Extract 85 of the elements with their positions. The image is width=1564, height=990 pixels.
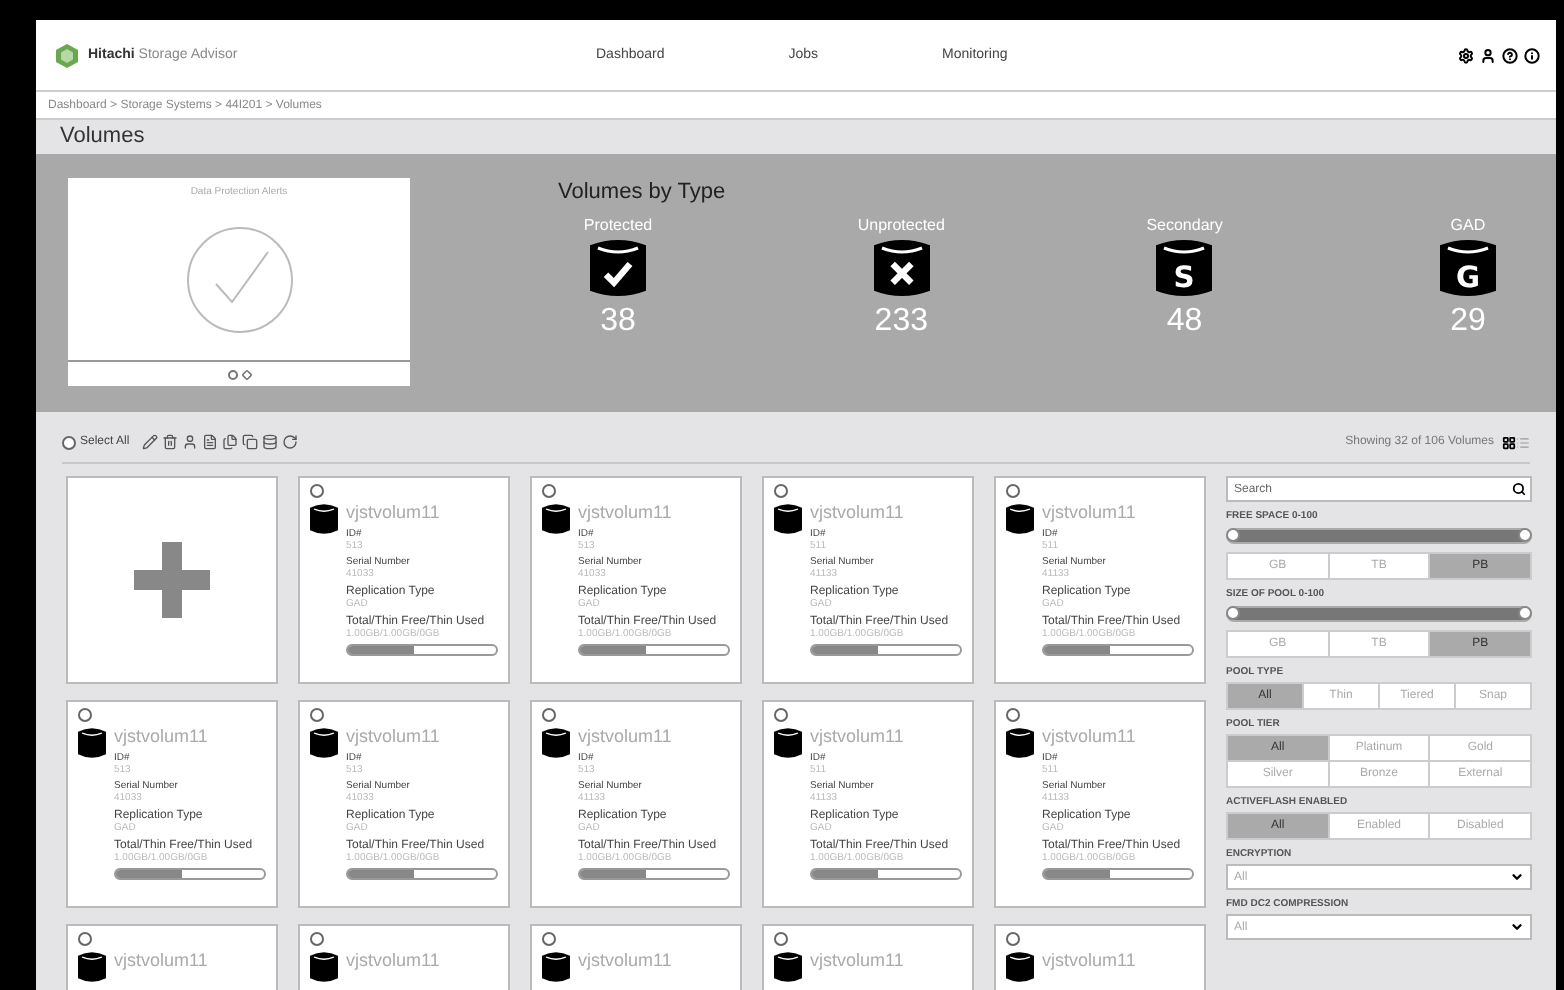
settings-icon[interactable] bbox=[1458, 47, 1474, 63]
select-radio[interactable] bbox=[774, 708, 788, 722]
type-count: 38 bbox=[600, 304, 636, 340]
type-label: GAD bbox=[1450, 216, 1486, 234]
type-label: Protected bbox=[583, 216, 653, 234]
select-radio[interactable] bbox=[542, 708, 556, 722]
check-circle-icon bbox=[183, 223, 295, 335]
grid-view-icon[interactable] bbox=[1502, 435, 1516, 449]
volume-icon bbox=[542, 950, 570, 984]
copy-icon[interactable] bbox=[241, 434, 258, 450]
volume-icon bbox=[310, 502, 338, 536]
user-icon[interactable] bbox=[1480, 47, 1496, 63]
volume-type-icon: G bbox=[1439, 234, 1496, 302]
select-radio[interactable] bbox=[78, 708, 92, 722]
type-count: 233 bbox=[874, 304, 928, 340]
volume-icon bbox=[1006, 726, 1034, 760]
document-icon[interactable] bbox=[201, 434, 218, 450]
volume-type-icon: S bbox=[1156, 234, 1213, 302]
caret-icon bbox=[1510, 870, 1524, 884]
volume-type-icon bbox=[590, 234, 646, 302]
volume-card[interactable]: vjstvolum11 bbox=[66, 924, 278, 990]
volume-icon bbox=[310, 950, 338, 984]
caret-icon bbox=[1510, 920, 1524, 934]
select-radio[interactable] bbox=[1006, 484, 1020, 498]
refresh-icon[interactable] bbox=[281, 434, 298, 450]
volume-name: vjstvolum11 bbox=[810, 950, 906, 970]
volume-icon bbox=[78, 950, 106, 984]
type-count: 29 bbox=[1450, 304, 1486, 340]
volume-icon bbox=[1006, 502, 1034, 536]
volume-name: vjstvolum11 bbox=[346, 726, 442, 746]
volume-name: vjstvolum11 bbox=[810, 502, 906, 522]
slider-handle[interactable] bbox=[1226, 606, 1240, 620]
info-icon[interactable] bbox=[1524, 47, 1540, 63]
volume-icon bbox=[542, 502, 570, 536]
database-icon[interactable] bbox=[261, 434, 278, 450]
type-label: Secondary bbox=[1146, 216, 1223, 234]
volume-card[interactable]: vjstvolum11 bbox=[530, 924, 742, 990]
select-radio[interactable] bbox=[1006, 708, 1020, 722]
select-radio[interactable] bbox=[1006, 932, 1020, 946]
page-title: Volumes bbox=[58, 122, 147, 152]
volume-name: vjstvolum11 bbox=[578, 726, 674, 746]
volume-name: vjstvolum11 bbox=[1042, 502, 1138, 522]
volume-icon bbox=[78, 726, 106, 760]
select-radio[interactable] bbox=[774, 484, 788, 498]
volume-name: vjstvolum11 bbox=[114, 950, 210, 970]
slider-handle[interactable] bbox=[1226, 528, 1240, 542]
logo-icon bbox=[56, 43, 78, 67]
select-radio[interactable] bbox=[542, 484, 556, 498]
plus-icon bbox=[134, 542, 210, 618]
section-title: Volumes by Type bbox=[558, 180, 728, 204]
volume-name: vjstvolum11 bbox=[346, 502, 442, 522]
select-radio[interactable] bbox=[774, 932, 788, 946]
volume-icon bbox=[1006, 950, 1034, 984]
volume-name: vjstvolum11 bbox=[578, 950, 674, 970]
volume-icon bbox=[774, 726, 802, 760]
select-radio[interactable] bbox=[310, 932, 324, 946]
volume-icon bbox=[542, 726, 570, 760]
pager-dot[interactable] bbox=[227, 369, 237, 379]
volume-name: vjstvolum11 bbox=[346, 950, 442, 970]
select-radio[interactable] bbox=[78, 932, 92, 946]
help-icon[interactable] bbox=[1502, 47, 1518, 63]
select-radio[interactable] bbox=[310, 708, 324, 722]
volume-name: vjstvolum11 bbox=[1042, 950, 1138, 970]
search-icon bbox=[1512, 482, 1526, 496]
volume-name: vjstvolum11 bbox=[114, 726, 210, 746]
slider-handle[interactable] bbox=[1518, 606, 1532, 620]
slider-handle[interactable] bbox=[1518, 528, 1532, 542]
volume-icon bbox=[310, 726, 338, 760]
volume-icon bbox=[774, 950, 802, 984]
volume-card[interactable]: vjstvolum11 bbox=[762, 924, 974, 990]
volume-name: vjstvolum11 bbox=[1042, 726, 1138, 746]
delete-icon[interactable] bbox=[161, 434, 178, 450]
type-count: 48 bbox=[1166, 304, 1203, 340]
documents-icon[interactable] bbox=[221, 434, 238, 450]
volume-name: vjstvolum11 bbox=[810, 726, 906, 746]
volume-type-icon bbox=[873, 234, 930, 302]
edit-icon[interactable] bbox=[141, 434, 158, 450]
volume-name: vjstvolum11 bbox=[578, 502, 674, 522]
volume-card[interactable]: vjstvolum11 bbox=[994, 924, 1206, 990]
type-label: Unprotected bbox=[857, 216, 945, 234]
add-volume-button[interactable] bbox=[66, 476, 278, 684]
select-radio[interactable] bbox=[310, 484, 324, 498]
select-radio[interactable] bbox=[542, 932, 556, 946]
volume-icon bbox=[774, 502, 802, 536]
volume-card[interactable]: vjstvolum11 bbox=[298, 924, 510, 990]
